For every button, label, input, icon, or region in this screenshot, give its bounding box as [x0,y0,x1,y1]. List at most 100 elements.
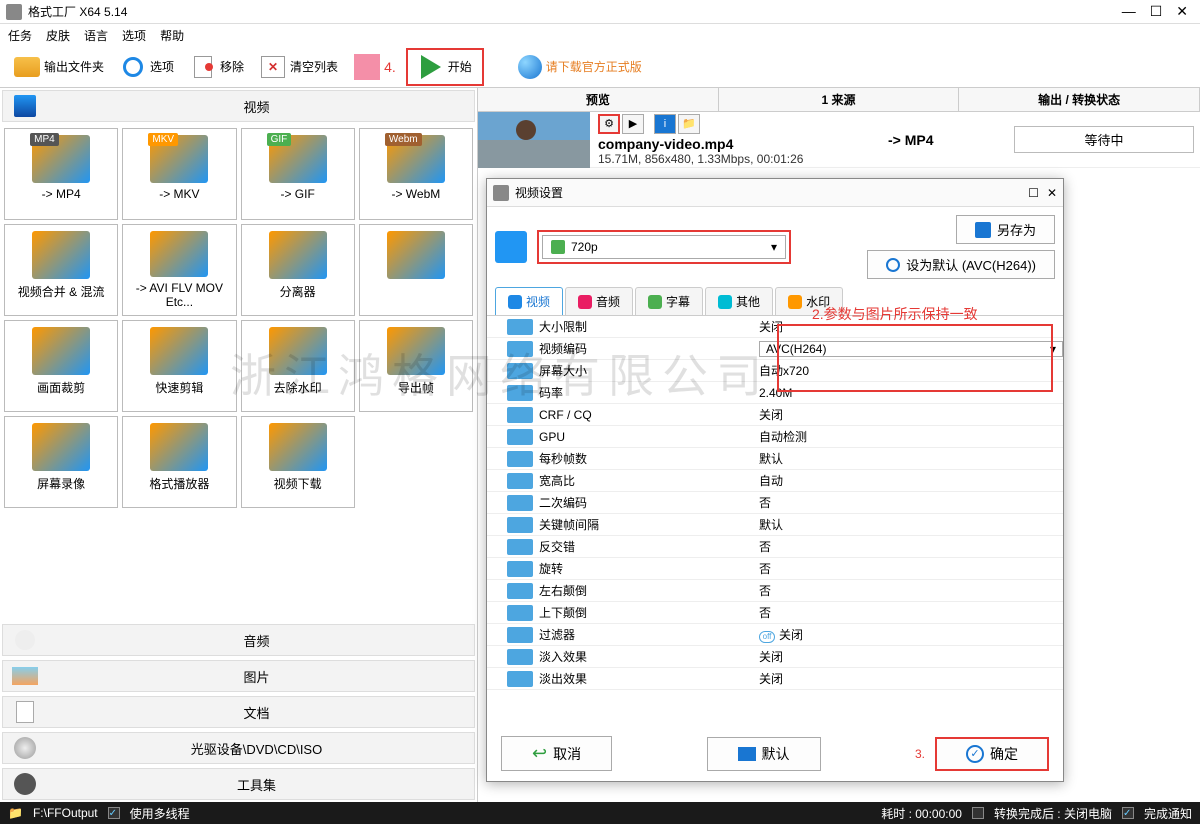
param-value[interactable]: 自动x720 [759,362,1063,379]
param-row[interactable]: 每秒帧数默认 [487,448,1063,470]
format-tile[interactable]: 去除水印 [241,320,355,412]
maximize-button[interactable]: ☐ [1150,3,1163,20]
format-tile[interactable]: 分离器 [241,224,355,316]
tab-video[interactable]: 视频 [495,287,563,315]
download-link[interactable]: 请下载官方正式版 [512,53,648,81]
param-value[interactable]: 否 [759,494,1063,511]
chevron-down-icon: ▾ [771,240,777,254]
param-row[interactable]: 过滤器off关闭 [487,624,1063,646]
param-value[interactable]: 否 [759,560,1063,577]
format-tile[interactable]: 快速剪辑 [122,320,236,412]
file-folder-button[interactable]: 📁 [678,114,700,134]
options-button[interactable]: 选项 [114,52,180,82]
multithread-checkbox[interactable] [108,807,120,819]
format-tile[interactable]: 视频合并 & 混流 [4,224,118,316]
col-output: 输出 / 转换状态 [959,88,1200,111]
param-value[interactable]: 否 [759,604,1063,621]
dialog-maximize[interactable]: ☐ [1028,186,1039,200]
param-label: 旋转 [539,560,759,577]
section-picture[interactable]: 图片 [2,660,475,692]
app-icon [6,4,22,20]
close-button[interactable]: ✕ [1176,3,1188,20]
param-row[interactable]: 淡入效果关闭 [487,646,1063,668]
after-label: 转换完成后 : 关闭电脑 [994,805,1112,822]
format-tile[interactable]: 屏幕录像 [4,416,118,508]
format-tile[interactable]: 视频下载 [241,416,355,508]
format-tile[interactable]: Webm-> WebM [359,128,473,220]
dialog-close[interactable]: ✕ [1047,186,1057,200]
param-value[interactable]: 关闭 [759,648,1063,665]
section-audio[interactable]: 音频 [2,624,475,656]
tab-watermark[interactable]: 水印 [775,287,843,315]
param-value[interactable]: 默认 [759,516,1063,533]
set-default-button[interactable]: 设为默认 (AVC(H264)) [867,250,1055,279]
param-row[interactable]: 旋转否 [487,558,1063,580]
param-row[interactable]: 宽高比自动 [487,470,1063,492]
format-tile[interactable]: MP4-> MP4 [4,128,118,220]
format-tile[interactable]: 导出帧 [359,320,473,412]
param-value[interactable]: 否 [759,582,1063,599]
section-disc[interactable]: 光驱设备\DVD\CD\ISO [2,732,475,764]
param-row[interactable]: 大小限制关闭 [487,316,1063,338]
param-value[interactable]: AVC(H264) ▾ [759,341,1063,357]
param-value[interactable]: 默认 [759,450,1063,467]
tab-subtitle[interactable]: 字幕 [635,287,703,315]
menu-options[interactable]: 选项 [122,27,146,44]
ok-button[interactable]: ✓确定 [935,737,1049,771]
preset-dropdown[interactable]: 720p ▾ [542,235,786,259]
param-row[interactable]: CRF / CQ关闭 [487,404,1063,426]
param-row[interactable]: 码率2.40M [487,382,1063,404]
tab-audio[interactable]: 音频 [565,287,633,315]
format-tile[interactable]: MKV-> MKV [122,128,236,220]
menu-help[interactable]: 帮助 [160,27,184,44]
format-tile[interactable]: -> AVI FLV MOV Etc... [122,224,236,316]
param-row[interactable]: 二次编码否 [487,492,1063,514]
file-preview-button[interactable]: ▶ [622,114,644,134]
default-button[interactable]: 默认 [707,737,821,771]
menu-skin[interactable]: 皮肤 [46,27,70,44]
minimize-button[interactable]: — [1122,3,1136,20]
file-settings-button[interactable]: ⚙ [598,114,620,134]
param-row[interactable]: GPU自动检测 [487,426,1063,448]
section-document[interactable]: 文档 [2,696,475,728]
app-title: 格式工厂 X64 5.14 [28,3,1122,20]
start-button[interactable]: 开始 [412,52,478,82]
param-value[interactable]: 自动 [759,472,1063,489]
format-tile[interactable]: GIF-> GIF [241,128,355,220]
notify-checkbox[interactable] [1122,807,1134,819]
param-row[interactable]: 视频编码AVC(H264) ▾ [487,338,1063,360]
param-row[interactable]: 关键帧间隔默认 [487,514,1063,536]
after-checkbox[interactable] [972,807,984,819]
param-row[interactable]: 上下颠倒否 [487,602,1063,624]
param-value[interactable]: 关闭 [759,318,1063,335]
settings-tabs: 视频 音频 字幕 其他 水印 [487,287,1063,316]
section-tools[interactable]: 工具集 [2,768,475,800]
menu-lang[interactable]: 语言 [84,27,108,44]
param-row[interactable]: 左右颠倒否 [487,580,1063,602]
param-label: 大小限制 [539,318,759,335]
menu-task[interactable]: 任务 [8,27,32,44]
param-value[interactable]: off关闭 [759,626,1063,643]
file-row[interactable]: ⚙ ▶ i 📁 company-video.mp4 15.71M, 856x48… [478,112,1200,168]
format-tile[interactable]: 画面裁剪 [4,320,118,412]
remove-button[interactable]: 移除 [184,52,250,82]
cancel-button[interactable]: ↩取消 [501,736,612,771]
file-info-button[interactable]: i [654,114,676,134]
param-value[interactable]: 关闭 [759,406,1063,423]
stop-button[interactable]: 4. [348,52,402,82]
param-value[interactable]: 否 [759,538,1063,555]
clear-list-button[interactable]: ✕清空列表 [254,52,344,82]
param-value[interactable]: 2.40M [759,386,1063,400]
param-row[interactable]: 屏幕大小自动x720 [487,360,1063,382]
tab-other[interactable]: 其他 [705,287,773,315]
output-folder-button[interactable]: 输出文件夹 [8,52,110,82]
param-value[interactable]: 自动检测 [759,428,1063,445]
param-row[interactable]: 淡出效果关闭 [487,668,1063,690]
param-row[interactable]: 反交错否 [487,536,1063,558]
video-settings-dialog: 视频设置 ☐✕ 720p ▾ 另存为 设为默认 (AVC(H264)) 视频 音… [486,178,1064,782]
format-tile[interactable] [359,224,473,316]
section-video[interactable]: 视频 [2,90,475,122]
format-tile[interactable]: 格式播放器 [122,416,236,508]
param-value[interactable]: 关闭 [759,670,1063,687]
save-as-button[interactable]: 另存为 [956,215,1055,244]
